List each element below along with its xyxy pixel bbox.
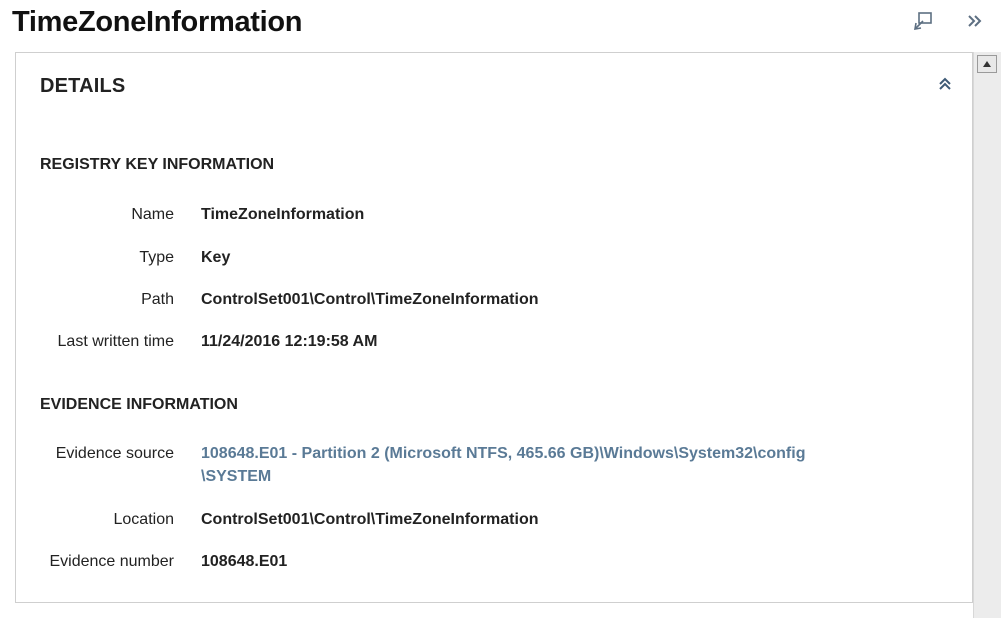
expand-pane-button[interactable]: [962, 10, 988, 36]
row-value: TimeZoneInformation: [201, 206, 365, 223]
evidence-source-line-2: \SYSTEM: [201, 468, 272, 485]
row-value: ControlSet001\Control\TimeZoneInformatio…: [201, 291, 539, 308]
restore-window-icon: [912, 10, 934, 37]
registry-details-pane: TimeZoneInformation DETAILS REGISTRY KEY…: [0, 0, 1004, 618]
row-label: Location: [113, 511, 175, 528]
row-value: 108648.E01: [201, 553, 288, 570]
double-chevron-up-icon: [937, 76, 953, 97]
details-panel: DETAILS REGISTRY KEY INFORMATION Name Ti…: [15, 52, 973, 603]
page-title: TimeZoneInformation: [12, 6, 303, 38]
details-heading: DETAILS: [40, 75, 126, 97]
row-label: Name: [131, 206, 174, 223]
evidence-section-title: EVIDENCE INFORMATION: [40, 396, 238, 413]
row-label: Evidence source: [55, 445, 174, 462]
vertical-scrollbar[interactable]: [973, 52, 1001, 618]
row-value: Key: [201, 249, 231, 266]
evidence-source-line-1: 108648.E01 - Partition 2 (Microsoft NTFS…: [201, 445, 806, 462]
row-value: 11/24/2016 12:19:58 AM: [201, 333, 378, 350]
restore-window-button[interactable]: [910, 10, 936, 36]
double-chevron-right-icon: [966, 12, 984, 35]
row-label: Evidence number: [49, 553, 174, 570]
row-label: Last written time: [57, 333, 174, 350]
registry-key-section-title: REGISTRY KEY INFORMATION: [40, 156, 275, 173]
evidence-source-link[interactable]: 108648.E01 - Partition 2 (Microsoft NTFS…: [201, 442, 921, 488]
scroll-up-arrow-icon: [982, 55, 992, 73]
row-label: Path: [141, 291, 174, 308]
collapse-details-button[interactable]: [934, 75, 956, 97]
row-label: Type: [139, 249, 174, 266]
row-value: ControlSet001\Control\TimeZoneInformatio…: [201, 511, 539, 528]
scroll-up-button[interactable]: [977, 55, 997, 73]
